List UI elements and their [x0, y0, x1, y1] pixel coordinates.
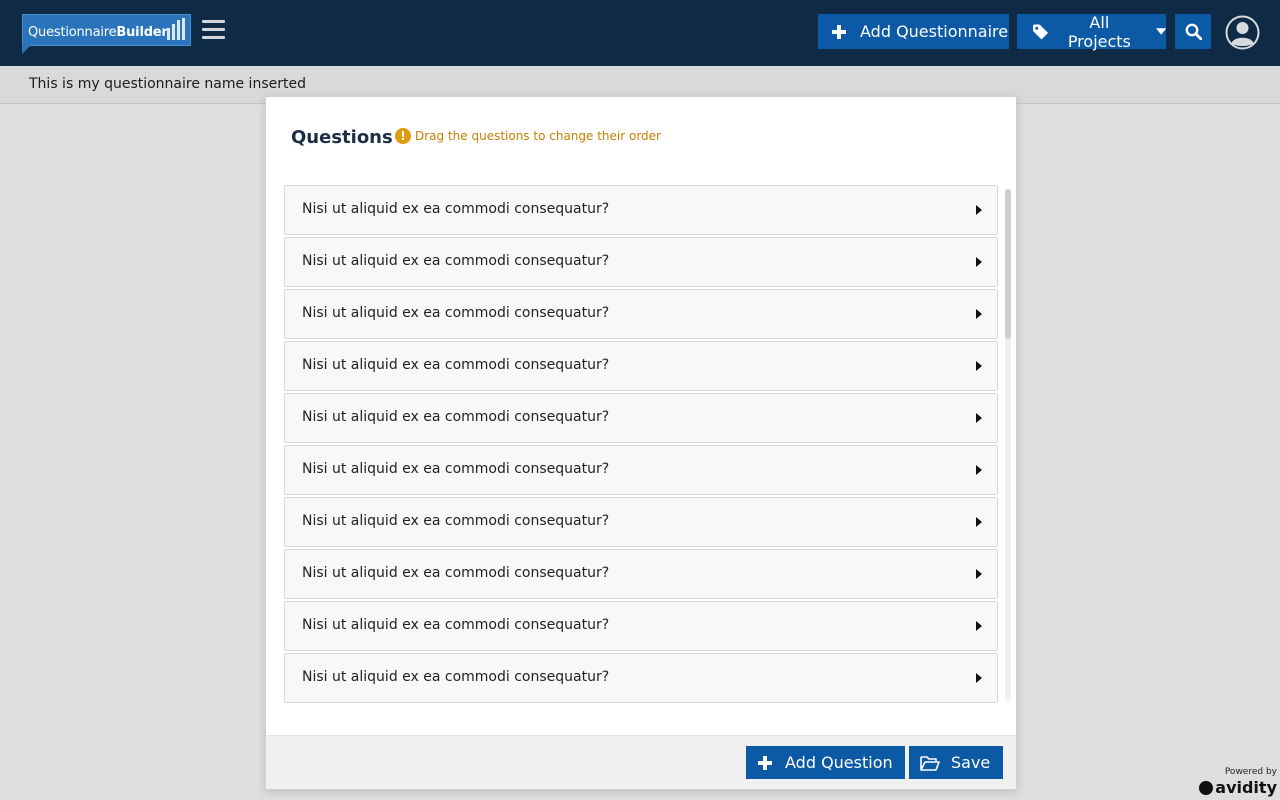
caret-down-icon — [1155, 28, 1166, 35]
question-item[interactable]: Nisi ut aliquid ex ea commodi consequatu… — [284, 393, 998, 443]
powered-by-badge: Powered by avidity — [1199, 767, 1279, 800]
plus-icon — [832, 24, 846, 39]
question-label: Nisi ut aliquid ex ea commodi consequatu… — [302, 357, 610, 373]
brand-dot-icon — [1199, 780, 1214, 795]
modal-footer: Add Question Save — [266, 735, 1016, 789]
caret-right-icon[interactable] — [976, 621, 982, 631]
exclamation-circle-icon: ! — [395, 128, 411, 144]
user-avatar-icon[interactable] — [1225, 15, 1260, 50]
add-question-button[interactable]: Add Question — [746, 746, 905, 779]
questions-modal: Questions ! Drag the questions to change… — [265, 96, 1017, 790]
scrollbar-thumb[interactable] — [1005, 189, 1011, 339]
caret-right-icon[interactable] — [976, 673, 982, 683]
brand-name: avidity — [1215, 778, 1277, 797]
question-label: Nisi ut aliquid ex ea commodi consequatu… — [302, 253, 610, 269]
question-label: Nisi ut aliquid ex ea commodi consequatu… — [302, 201, 610, 217]
caret-right-icon[interactable] — [976, 257, 982, 267]
drag-hint-text: Drag the questions to change their order — [415, 129, 661, 143]
question-label: Nisi ut aliquid ex ea commodi consequatu… — [302, 669, 610, 685]
search-icon — [1185, 23, 1202, 40]
question-item[interactable]: Nisi ut aliquid ex ea commodi consequatu… — [284, 601, 998, 651]
question-item[interactable]: Nisi ut aliquid ex ea commodi consequatu… — [284, 445, 998, 495]
question-item[interactable]: Nisi ut aliquid ex ea commodi consequatu… — [284, 497, 998, 547]
questions-list: Nisi ut aliquid ex ea commodi consequatu… — [284, 185, 998, 705]
caret-right-icon[interactable] — [976, 465, 982, 475]
caret-right-icon[interactable] — [976, 517, 982, 527]
question-item[interactable]: Nisi ut aliquid ex ea commodi consequatu… — [284, 185, 998, 235]
plus-icon — [758, 755, 772, 770]
logo-tail — [22, 45, 31, 54]
bar-chart-icon — [167, 18, 185, 40]
add-questionnaire-button[interactable]: Add Questionnaire — [818, 14, 1009, 49]
modal-title: Questions — [291, 127, 393, 148]
caret-right-icon[interactable] — [976, 413, 982, 423]
questions-scrollbar[interactable] — [1005, 189, 1011, 701]
powered-by-text: Powered by — [1224, 767, 1277, 777]
logo-text: QuestionnaireBuilder — [28, 25, 168, 40]
caret-right-icon[interactable] — [976, 309, 982, 319]
question-item[interactable]: Nisi ut aliquid ex ea commodi consequatu… — [284, 341, 998, 391]
save-label: Save — [951, 753, 991, 772]
question-label: Nisi ut aliquid ex ea commodi consequatu… — [302, 305, 610, 321]
brand-logo: avidity — [1199, 778, 1277, 797]
question-label: Nisi ut aliquid ex ea commodi consequatu… — [302, 513, 610, 529]
caret-right-icon[interactable] — [976, 361, 982, 371]
question-item[interactable]: Nisi ut aliquid ex ea commodi consequatu… — [284, 237, 998, 287]
top-navbar: QuestionnaireBuilder Add Questionnaire A… — [0, 0, 1280, 66]
question-label: Nisi ut aliquid ex ea commodi consequatu… — [302, 617, 610, 633]
question-label: Nisi ut aliquid ex ea commodi consequatu… — [302, 565, 610, 581]
folder-open-icon — [920, 755, 940, 771]
save-button[interactable]: Save — [909, 746, 1003, 779]
caret-right-icon[interactable] — [976, 569, 982, 579]
all-projects-label: All Projects — [1067, 12, 1131, 51]
question-label: Nisi ut aliquid ex ea commodi consequatu… — [302, 461, 610, 477]
caret-right-icon[interactable] — [976, 205, 982, 215]
question-item[interactable]: Nisi ut aliquid ex ea commodi consequatu… — [284, 653, 998, 703]
tag-icon — [1033, 23, 1049, 40]
question-label: Nisi ut aliquid ex ea commodi consequatu… — [302, 409, 610, 425]
app-logo[interactable]: QuestionnaireBuilder — [22, 14, 191, 54]
search-button[interactable] — [1175, 14, 1211, 49]
drag-hint: ! Drag the questions to change their ord… — [395, 128, 661, 144]
hamburger-icon[interactable] — [202, 20, 225, 42]
question-item[interactable]: Nisi ut aliquid ex ea commodi consequatu… — [284, 289, 998, 339]
question-item[interactable]: Nisi ut aliquid ex ea commodi consequatu… — [284, 549, 998, 599]
add-questionnaire-label: Add Questionnaire — [860, 22, 1009, 41]
all-projects-dropdown[interactable]: All Projects — [1017, 12, 1166, 51]
add-question-label: Add Question — [785, 753, 893, 772]
